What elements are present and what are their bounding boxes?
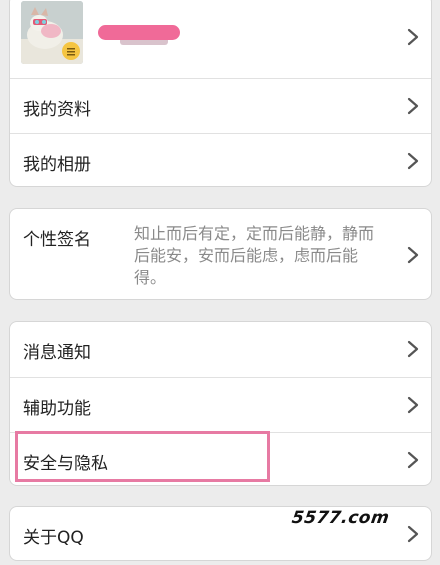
menu-item-notifications[interactable]: 消息通知 xyxy=(10,322,431,377)
watermark-logo: 5577.com xyxy=(290,508,391,528)
chevron-right-icon xyxy=(406,97,420,115)
chevron-right-icon xyxy=(406,28,420,46)
chevron-right-icon xyxy=(406,152,420,170)
avatar[interactable] xyxy=(21,1,83,64)
signature-label: 个性签名 xyxy=(23,230,91,250)
nickname-redaction xyxy=(98,25,180,40)
profile-card: 我的资料 我的相册 xyxy=(9,0,432,187)
menu-item-my-album[interactable]: 我的相册 xyxy=(10,133,431,186)
chevron-right-icon xyxy=(406,525,420,543)
menu-item-label: 消息通知 xyxy=(23,343,91,363)
chevron-right-icon xyxy=(406,396,420,414)
menu-item-label: 我的相册 xyxy=(23,155,91,175)
profile-row[interactable] xyxy=(10,0,431,78)
chevron-right-icon xyxy=(406,451,420,469)
signature-text: 知止而后有定，定而后能静，静而后能安，安而后能虑，虑而后能得。 xyxy=(134,224,375,287)
signature-card[interactable]: 个性签名 知止而后有定，定而后能静，静而后能安，安而后能虑，虑而后能得。 xyxy=(9,208,432,300)
highlight-annotation xyxy=(15,431,270,482)
chevron-right-icon xyxy=(406,246,420,264)
menu-item-label: 辅助功能 xyxy=(23,399,91,419)
menu-item-label: 我的资料 xyxy=(23,100,91,120)
about-label: 关于QQ xyxy=(23,528,84,548)
menu-item-my-profile[interactable]: 我的资料 xyxy=(10,78,431,133)
chevron-right-icon xyxy=(406,340,420,358)
menu-item-accessibility[interactable]: 辅助功能 xyxy=(10,377,431,432)
